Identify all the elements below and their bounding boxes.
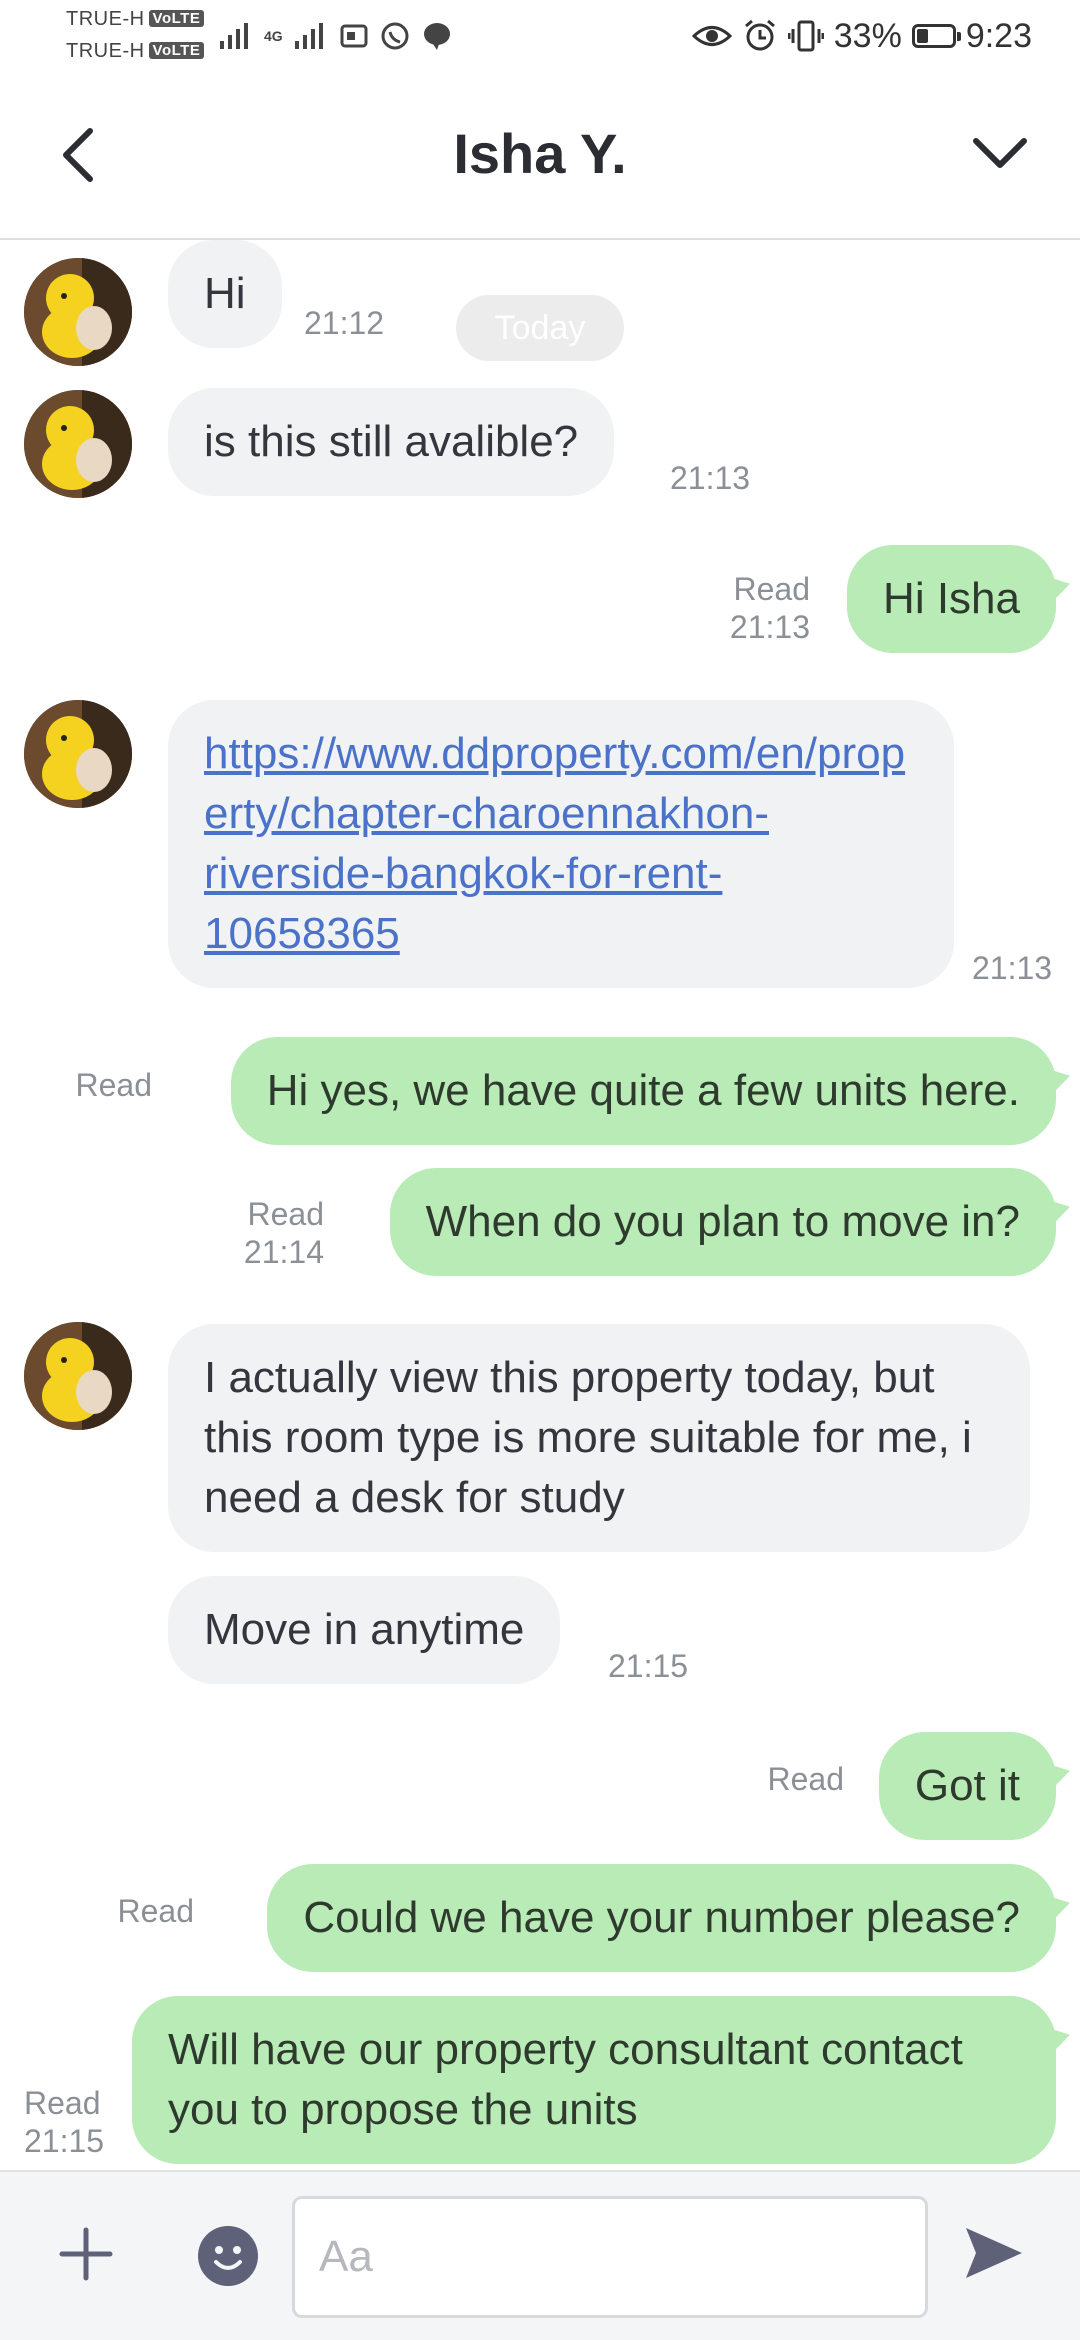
signal-icon xyxy=(220,23,248,49)
message-time: 21:12 xyxy=(304,305,385,341)
message-bubble-incoming[interactable]: Hi xyxy=(168,240,282,348)
contact-name[interactable]: Isha Y. xyxy=(0,121,1080,186)
contact-avatar[interactable] xyxy=(24,258,132,366)
read-receipt: Read xyxy=(117,1893,195,1929)
composer-bar xyxy=(0,2170,1080,2340)
read-receipt: Read 21:15 xyxy=(24,2085,105,2159)
message-time: 21:13 xyxy=(972,950,1053,986)
contact-avatar[interactable] xyxy=(24,700,132,808)
read-receipt: Read 21:13 xyxy=(729,571,810,645)
message-bubble-outgoing[interactable]: Could we have your number please? xyxy=(267,1864,1056,1972)
network-type: 4G xyxy=(264,28,283,44)
clock: 9:23 xyxy=(965,16,1032,55)
status-icons: 4G xyxy=(218,16,453,56)
battery-icon xyxy=(911,24,961,48)
property-link[interactable]: https://www.ddproperty.com/en/property/c… xyxy=(204,729,905,958)
status-right: 33% 9:23 xyxy=(691,14,1032,58)
message-bubble-outgoing[interactable]: Hi yes, we have quite a few units here. xyxy=(230,1037,1056,1145)
chat-header: Isha Y. xyxy=(0,75,1080,240)
battery-percent: 33% xyxy=(833,16,902,55)
message-time: 21:13 xyxy=(670,460,751,496)
message-input[interactable] xyxy=(292,2196,928,2318)
carrier-1: TRUE-H VoLTE xyxy=(66,8,205,31)
message-bubble-outgoing[interactable]: When do you plan to move in? xyxy=(389,1168,1056,1276)
message-bubble-outgoing[interactable]: Will have our property consultant contac… xyxy=(132,1996,1056,2164)
contact-avatar[interactable] xyxy=(24,1322,132,1430)
plus-icon[interactable] xyxy=(58,2226,114,2282)
message-bubble-incoming[interactable]: is this still avalible? xyxy=(168,388,615,496)
battery-fill xyxy=(916,29,929,43)
vibrate-icon xyxy=(787,20,824,52)
alarm-icon xyxy=(744,19,775,51)
message-time: 21:15 xyxy=(608,1648,689,1684)
status-bar: TRUE-H VoLTE TRUE-H VoLTE 4G 33% 9:23 xyxy=(0,0,1080,75)
read-receipt: Read xyxy=(767,1761,845,1797)
carrier-2: TRUE-H VoLTE xyxy=(66,40,205,63)
whatsapp-icon xyxy=(381,22,409,50)
message-bubble-outgoing[interactable]: Got it xyxy=(878,1732,1056,1840)
send-icon[interactable] xyxy=(960,2220,1026,2286)
message-bubble-incoming[interactable]: Move in anytime xyxy=(168,1576,561,1684)
contact-avatar[interactable] xyxy=(24,390,132,498)
chevron-down-icon[interactable] xyxy=(970,129,1030,179)
signal-icon-2 xyxy=(294,23,323,49)
read-receipt: Read xyxy=(75,1067,153,1103)
line-app-icon xyxy=(423,23,450,50)
read-receipt: Read 21:14 xyxy=(243,1196,324,1270)
emoji-icon[interactable] xyxy=(198,2226,258,2286)
date-divider: Today xyxy=(456,295,624,361)
message-bubble-outgoing[interactable]: Hi Isha xyxy=(847,545,1056,653)
eye-icon xyxy=(691,26,732,46)
office-icon xyxy=(340,24,368,48)
message-bubble-incoming[interactable]: I actually view this property today, but… xyxy=(168,1324,1030,1552)
message-bubble-link[interactable]: https://www.ddproperty.com/en/property/c… xyxy=(168,700,954,988)
